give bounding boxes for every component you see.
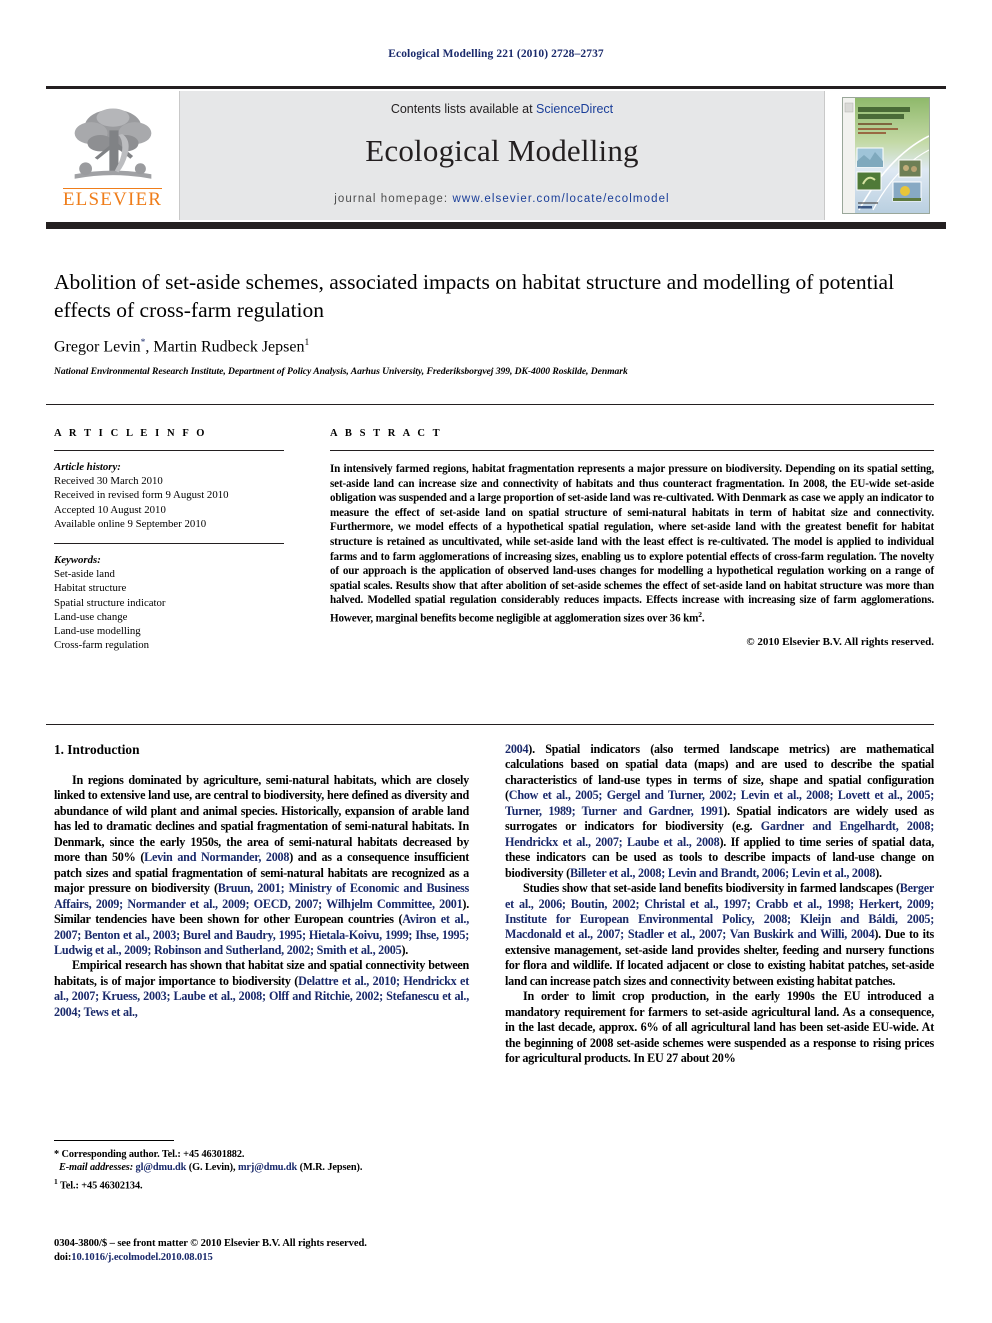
- history-item: Accepted 10 August 2010: [54, 503, 166, 516]
- homepage-prefix: journal homepage:: [334, 193, 449, 205]
- keyword-item: Spatial structure indicator: [54, 596, 166, 609]
- issn-line: 0304-3800/$ – see front matter © 2010 El…: [54, 1238, 367, 1249]
- cover-artwork: [842, 98, 929, 213]
- masthead-bottom-rule: [46, 222, 946, 229]
- citation-link[interactable]: Levin and Normander, 2008: [144, 850, 289, 864]
- journal-homepage-link[interactable]: www.elsevier.com/locate/ecolmodel: [453, 193, 670, 205]
- section-heading-introduction: 1. Introduction: [54, 742, 140, 757]
- masthead-top-rule: [46, 86, 946, 89]
- footnote-marker-1: 1: [54, 1176, 58, 1186]
- journal-masthead: ELSEVIER Contents lists available at Sci…: [46, 86, 946, 232]
- band-bottom-rule: [46, 724, 934, 725]
- masthead-center-panel: Contents lists available at ScienceDirec…: [180, 91, 824, 220]
- sciencedirect-link[interactable]: ScienceDirect: [536, 102, 613, 116]
- telephone-text: Tel.: +45 46302134.: [59, 1180, 143, 1192]
- email-link-levin[interactable]: gl@dmu.dk: [136, 1162, 187, 1173]
- abstract-column: A B S T R A C T In intensively farmed re…: [330, 428, 934, 648]
- abstract-rule: [330, 450, 934, 451]
- footnote-block: * Corresponding author. Tel.: +45 463018…: [54, 1140, 469, 1193]
- article-info-rule: [54, 450, 284, 451]
- history-item: Received in revised form 9 August 2010: [54, 489, 229, 502]
- article-history-label: Article history:: [54, 461, 121, 473]
- journal-cover-cell: [824, 91, 946, 220]
- corresponding-author-text: * Corresponding author. Tel.: +45 463018…: [54, 1149, 245, 1160]
- paragraph-text: Studies show that set-aside land benefit…: [523, 881, 900, 896]
- citation-link[interactable]: Billeter et al., 2008; Levin and Brandt,…: [570, 866, 876, 880]
- page-title: Abolition of set-aside schemes, associat…: [54, 270, 895, 322]
- keywords-list: Keywords: Set-aside land Habitat structu…: [54, 553, 284, 652]
- keyword-item: Habitat structure: [54, 582, 127, 595]
- history-item: Received 30 March 2010: [54, 475, 163, 488]
- doi-line: doi:10.1016/j.ecolmodel.2010.08.015: [54, 1251, 484, 1265]
- body-column-right: 2004). Spatial indicators (also termed l…: [505, 742, 934, 1067]
- imprint-block: 0304-3800/$ – see front matter © 2010 El…: [54, 1237, 484, 1265]
- running-head: Ecological Modelling 221 (2010) 2728–273…: [388, 48, 604, 60]
- paragraph: 2004). Spatial indicators (also termed l…: [505, 742, 934, 881]
- abstract-text: In intensively farmed regions, habitat f…: [330, 462, 934, 626]
- paragraph: In regions dominated by agriculture, sem…: [54, 773, 469, 958]
- article-info-column: A R T I C L E I N F O Article history: R…: [54, 428, 284, 652]
- doi-label: doi:: [54, 1252, 72, 1263]
- contents-available-line: Contents lists available at ScienceDirec…: [391, 102, 613, 116]
- contents-prefix: Contents lists available at: [390, 102, 537, 116]
- journal-title: Ecological Modelling: [365, 133, 639, 168]
- email-addresses-label: E-mail addresses:: [58, 1162, 134, 1174]
- email-owner-levin: (G. Levin),: [188, 1162, 236, 1174]
- abstract-copyright: © 2010 Elsevier B.V. All rights reserved…: [746, 636, 934, 649]
- paragraph: Studies show that set-aside land benefit…: [505, 881, 934, 989]
- footnote-rule: [54, 1140, 174, 1141]
- doi-link[interactable]: 10.1016/j.ecolmodel.2010.08.015: [71, 1252, 212, 1263]
- article-page: Ecological Modelling 221 (2010) 2728–273…: [0, 0, 992, 1323]
- band-top-rule: [46, 404, 934, 405]
- email-owner-jepsen: (M.R. Jepsen).: [299, 1162, 363, 1174]
- paragraph: In order to limit crop production, in th…: [505, 989, 934, 1066]
- corresponding-author-note: * Corresponding author. Tel.: +45 463018…: [54, 1148, 469, 1175]
- keyword-item: Set-aside land: [54, 568, 115, 581]
- paragraph-text: ).: [875, 865, 882, 880]
- keywords-label: Keywords:: [54, 554, 101, 567]
- keyword-item: Land-use modelling: [54, 625, 141, 638]
- abstract-part2: .: [701, 612, 705, 625]
- body-column-left: 1. Introduction In regions dominated by …: [54, 742, 469, 1020]
- paragraph: Empirical research has shown that habita…: [54, 958, 469, 1020]
- keyword-item: Land-use change: [54, 610, 128, 623]
- telephone-note: 1 Tel.: +45 46302134.: [54, 1175, 469, 1193]
- elsevier-tree-icon: [74, 107, 151, 179]
- paragraph-text: In order to limit crop production, in th…: [505, 989, 934, 1066]
- elsevier-logo: ELSEVIER: [46, 91, 180, 220]
- author-list: Gregor Levin*, Martin Rudbeck Jepsen1: [54, 338, 310, 356]
- keyword-item: Cross-farm regulation: [54, 639, 150, 652]
- article-history: Article history: Received 30 March 2010 …: [54, 460, 284, 531]
- abstract-unit: km: [683, 612, 699, 625]
- keywords-rule: [54, 543, 284, 545]
- history-item: Available online 9 September 2010: [54, 517, 207, 530]
- journal-cover-thumbnail[interactable]: [841, 97, 930, 214]
- abstract-heading: A B S T R A C T: [330, 428, 443, 439]
- affiliation: National Environmental Research Institut…: [54, 366, 628, 377]
- paragraph-text: ).: [401, 942, 409, 957]
- email-link-jepsen[interactable]: mrj@dmu.dk: [238, 1162, 297, 1173]
- article-info-heading: A R T I C L E I N F O: [54, 428, 208, 439]
- citation-link[interactable]: 2004: [505, 742, 529, 756]
- elsevier-wordmark: ELSEVIER: [62, 187, 163, 210]
- abstract-part1: In intensively farmed regions, habitat f…: [330, 463, 934, 625]
- journal-homepage-line: journal homepage: www.elsevier.com/locat…: [334, 193, 669, 205]
